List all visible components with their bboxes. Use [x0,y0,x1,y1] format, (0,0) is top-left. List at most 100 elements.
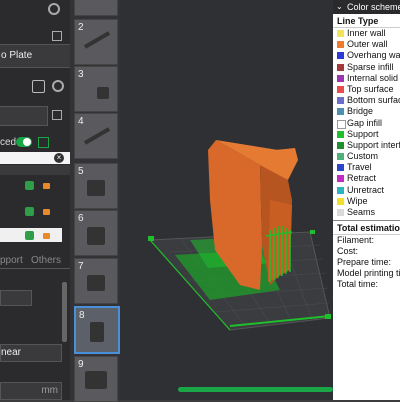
legend-item[interactable]: Seams [333,207,400,218]
lock-icon[interactable] [43,233,50,239]
list-item[interactable] [0,204,70,218]
lock-icon[interactable] [43,183,50,189]
pattern-field[interactable]: near [0,344,62,362]
color-swatch [337,52,344,60]
legend-item[interactable]: Gap infill [333,118,400,129]
plate-thumbnail-selected[interactable]: 8 [74,306,120,354]
legend-item-label: Gap infill [347,117,383,128]
line-type-title: Line Type [333,14,400,28]
plate-thumbnail[interactable]: 9 [74,356,118,402]
plate-number: 4 [78,116,84,127]
color-swatch [337,63,344,71]
color-swatch [337,97,344,105]
edit-icon[interactable] [52,110,62,120]
legend-item-label: Bottom surface [347,95,400,106]
plate-number: 9 [78,359,84,370]
color-swatch [337,74,344,82]
legend-item[interactable]: Travel [333,162,400,173]
estimation-item: Total time: [337,279,379,290]
color-swatch [337,197,344,205]
close-icon[interactable]: × [54,153,64,163]
legend-item-label: Inner wall [347,28,386,38]
list-item-selected[interactable] [0,228,62,242]
legend-item-label: Unretract [347,184,385,195]
advanced-toggle-label: ced [0,137,17,148]
color-swatch [337,130,344,138]
legend-item-label: Internal solid infill [347,72,400,83]
plate-number: 6 [78,213,84,224]
tab-support[interactable]: pport [0,255,23,266]
legend-item[interactable]: Retract [333,173,400,184]
3d-viewport[interactable] [120,0,335,400]
advanced-toggle[interactable] [16,137,32,147]
model-preview [148,140,331,331]
color-swatch [337,175,344,183]
legend-item-label: Support [347,128,379,139]
legend-item[interactable]: Bottom surface [333,95,400,106]
plate-thumbnails: 2 3 4 5 6 7 8 9 [70,0,121,402]
plate-number: 5 [78,166,84,177]
settings-icon[interactable] [32,80,45,93]
color-swatch [337,85,344,93]
legend-item-label: Overhang wall [347,50,400,61]
plate-type-field[interactable]: o Plate [0,44,74,68]
legend-item[interactable]: Internal solid infill [333,73,400,84]
legend-header[interactable]: ⌄ Color scheme [333,0,400,14]
edit-icon[interactable] [52,31,62,41]
legend-items: Inner wall Outer wall Overhang wall Sparse … [333,28,400,218]
filament-field[interactable] [0,106,48,126]
legend-item-label: Seams [347,207,376,217]
color-swatch [337,119,346,129]
estimation-item: Prepare time: [337,257,392,268]
estimation-title: Total estimation [333,220,400,236]
plate-thumbnail[interactable]: 3 [74,66,118,112]
plate-thumbnail[interactable]: 4 [74,113,118,159]
legend-item[interactable]: Inner wall [333,28,400,39]
color-swatch [337,164,344,172]
plate-thumbnail[interactable]: 7 [74,258,118,304]
plate-thumbnail[interactable] [74,0,118,16]
length-field[interactable]: mm [0,382,62,400]
tab-others[interactable]: Others [31,255,61,266]
list-item[interactable] [0,178,70,192]
plate-number: 2 [78,22,84,33]
color-swatch [337,141,344,149]
compare-icon[interactable] [38,137,49,148]
lock-icon[interactable] [43,209,50,215]
check-icon[interactable] [25,231,34,240]
plate-number: 8 [79,310,85,321]
plate-number: 3 [78,69,84,80]
plate-thumbnail[interactable]: 2 [74,19,118,65]
legend-item[interactable]: Top surface [333,84,400,95]
color-scheme-legend: ⌄ Color scheme Line Type Inner wall Outer… [333,0,400,400]
legend-item[interactable]: Bridge [333,106,400,117]
legend-item-label: Sparse infill [347,61,394,72]
legend-item[interactable]: Wipe [333,196,400,207]
legend-item[interactable]: Outer wall [333,39,400,50]
estimation-item: Filament: [337,235,375,246]
legend-item[interactable]: Sparse infill [333,62,400,73]
check-icon[interactable] [25,207,34,216]
legend-item[interactable]: Overhang wall [333,50,400,61]
scrollbar[interactable] [62,282,67,342]
legend-item-label: Retract [347,173,377,184]
chevron-down-icon[interactable]: ⌄ [336,0,343,14]
layer-slider[interactable] [178,387,333,392]
legend-item[interactable]: Support [333,129,400,140]
color-swatch [337,209,344,216]
estimation-item: Cost: [337,246,359,257]
plate-thumbnail[interactable]: 6 [74,210,118,256]
settings-panel: o Plate ced × pport Others near mm [0,0,74,400]
legend-item-label: Travel [347,162,372,173]
legend-item-label: Bridge [347,106,374,117]
plate-thumbnail[interactable]: 5 [74,163,118,209]
legend-item[interactable]: Support interface [333,140,400,151]
legend-item[interactable]: Unretract [333,185,400,196]
object-list-header: × [0,152,70,164]
gear-icon[interactable] [52,80,64,92]
legend-item[interactable]: Custom [333,151,400,162]
gear-icon[interactable] [48,3,60,15]
setting-field[interactable] [0,290,32,306]
legend-item-label: Custom [347,151,379,162]
check-icon[interactable] [25,181,34,190]
